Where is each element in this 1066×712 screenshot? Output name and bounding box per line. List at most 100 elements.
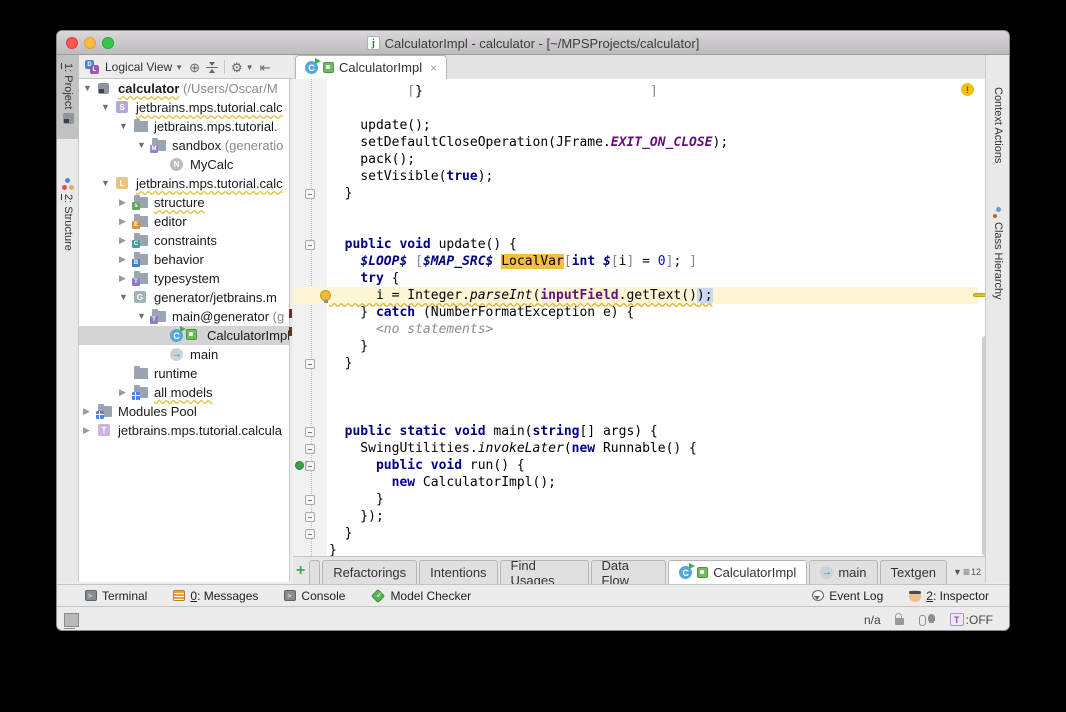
toolwindow-button-2-inspector[interactable]: 2: Inspector [909, 589, 989, 603]
title-bar[interactable]: j CalculatorImpl - calculator - [~/MPSPr… [57, 31, 1009, 55]
tree-item-editor[interactable]: ▶ Eeditor [79, 212, 289, 231]
code-line[interactable]: try { [293, 270, 978, 287]
tree-item-typesystem[interactable]: ▶ Ttypesystem [79, 269, 289, 288]
tab-stub[interactable] [309, 560, 321, 584]
toolwindow-button-event-log[interactable]: Event Log [812, 589, 883, 603]
code-line[interactable]: new CalculatorImpl(); [293, 474, 978, 491]
close-icon[interactable]: × [430, 61, 437, 75]
toolwindow-button-console[interactable]: > Console [284, 589, 345, 603]
code-line[interactable] [293, 219, 978, 236]
tree-item-main-generator[interactable]: ▼ Tmain@generator (g [79, 307, 289, 326]
code-line[interactable]: pack(); [293, 151, 978, 168]
tree-item-constraints[interactable]: ▶ Cconstraints [79, 231, 289, 250]
code-line[interactable]: } [293, 355, 978, 372]
tree-item-structure[interactable]: ▶ s structure [79, 193, 289, 212]
code-line[interactable]: public void run() { [293, 457, 978, 474]
tree-expand-arrow[interactable]: ▶ [119, 216, 126, 227]
tree-item-main[interactable]: → main [79, 345, 289, 364]
tree-item-jetbrains-mps-tutorial-calc[interactable]: ▼ Sjetbrains.mps.tutorial.calc [79, 98, 289, 117]
code-line[interactable]: ⌈} ⌉ [293, 83, 978, 100]
bottom-tab-data-flow[interactable]: Data Flow [590, 558, 667, 588]
code-line[interactable]: } catch (NumberFormatException e) { [293, 304, 978, 321]
tree-expand-arrow[interactable]: ▶ [83, 406, 90, 417]
code-line[interactable] [293, 372, 978, 389]
gear-chevron-icon[interactable]: ▼ [246, 63, 254, 72]
toolwindow-toggle-button[interactable] [64, 613, 79, 629]
bottom-tab-intentions[interactable]: Intentions [419, 560, 498, 584]
toolwindow-button-model-checker[interactable]: Model Checker [371, 588, 471, 603]
code-line[interactable]: } [293, 491, 978, 508]
tree-collapse-arrow[interactable]: ▼ [83, 83, 92, 93]
tree-item-calculatorimpl[interactable]: C CalculatorImpl [79, 326, 289, 345]
tree-collapse-arrow[interactable]: ▼ [137, 140, 146, 150]
toolwindow-button-0-messages[interactable]: 0: Messages [173, 589, 258, 603]
tab-overflow-button[interactable]: ▼ ≡ 12 [949, 560, 985, 584]
code-line[interactable] [293, 100, 978, 117]
tree-collapse-arrow[interactable]: ▼ [101, 102, 110, 112]
type-toggle[interactable]: T :OFF [949, 613, 993, 627]
tree-item-runtime[interactable]: runtime [79, 364, 289, 383]
validation-warning-indicator[interactable]: ! [961, 83, 974, 96]
tree-item-all-models[interactable]: ▶ all models [79, 383, 289, 402]
code-line[interactable]: <no statements> [293, 321, 978, 338]
tree-collapse-arrow[interactable]: ▼ [119, 121, 128, 131]
checker-icon [371, 588, 386, 603]
tree-expand-arrow[interactable]: ▶ [119, 387, 126, 398]
code-line[interactable]: SwingUtilities.invokeLater(new Runnable(… [293, 440, 978, 457]
project-tree[interactable]: ▼ calculator (/Users/Oscar/M ▼ Sjetbrains.m… [79, 79, 290, 582]
tree-expand-arrow[interactable]: ▶ [119, 254, 126, 265]
hide-panel-icon[interactable]: ⇤ [260, 61, 271, 74]
sidebar-item-structure[interactable]: 2: Structure [57, 173, 79, 269]
chevron-down-icon[interactable]: ▼ [175, 63, 183, 72]
tree-item-mycalc[interactable]: N MyCalc [79, 155, 289, 174]
toolwindow-button-terminal[interactable]: > Terminal [85, 589, 147, 603]
code-line[interactable]: $LOOP$ [$MAP_SRC$ LocalVar[int $[i] = 0]… [293, 253, 978, 270]
sidebar-item-project[interactable]: 1: Project [57, 55, 79, 139]
sidebar-item-context-actions[interactable]: Context Actions [986, 87, 1009, 163]
bottom-tab-find-usages[interactable]: Find Usages [499, 558, 589, 588]
tree-item-modules-pool[interactable]: ▶ Modules Pool [79, 402, 289, 421]
tree-collapse-arrow[interactable]: ▼ [137, 311, 146, 321]
add-tab-button[interactable]: + [296, 563, 305, 579]
bottom-tab-calculatorimpl[interactable]: C CalculatorImpl [668, 560, 808, 584]
gear-icon[interactable]: ⚙ [231, 61, 243, 74]
notifications-icon[interactable] [918, 613, 936, 626]
tree-item-calculator[interactable]: ▼ calculator (/Users/Oscar/M [79, 79, 289, 98]
tree-item-jetbrains-mps-tutorial-[interactable]: ▼ jetbrains.mps.tutorial. [79, 117, 289, 136]
code-line[interactable]: update(); [293, 117, 978, 134]
bottom-tab-textgen[interactable]: Textgen [879, 560, 948, 584]
tree-expand-arrow[interactable]: ▶ [119, 273, 126, 284]
tree-item-jetbrains-mps-tutorial-calc[interactable]: ▼ Ljetbrains.mps.tutorial.calc [79, 174, 289, 193]
tree-collapse-arrow[interactable]: ▼ [101, 178, 110, 188]
sidebar-item-class-hierarchy[interactable]: Class Hierarchy [986, 207, 1009, 300]
tree-expand-arrow[interactable]: ▶ [119, 197, 126, 208]
tree-expand-arrow[interactable]: ▶ [119, 235, 126, 246]
bottom-tab-main[interactable]: → main [809, 560, 878, 584]
code-line[interactable] [293, 202, 978, 219]
code-line[interactable]: setVisible(true); [293, 168, 978, 185]
editor-tab-calculatorimpl[interactable]: C CalculatorImpl × [295, 55, 448, 79]
code-line[interactable]: } [293, 525, 978, 542]
tree-collapse-arrow[interactable]: ▼ [119, 292, 128, 302]
code-line[interactable]: } [293, 338, 978, 355]
bottom-tab-refactorings[interactable]: Refactorings [322, 560, 418, 584]
view-selector[interactable]: Logical View [105, 60, 172, 74]
class-run-icon: C [170, 326, 186, 342]
code-line[interactable] [293, 389, 978, 406]
code-line[interactable]: }); [293, 508, 978, 525]
tree-item-sandbox[interactable]: ▼ Msandbox (generatio [79, 136, 289, 155]
code-line[interactable]: i = Integer.parseInt(inputField.getText(… [293, 287, 978, 304]
code-line[interactable]: public void update() { [293, 236, 978, 253]
collapse-all-icon[interactable] [205, 61, 218, 74]
lock-icon[interactable] [894, 613, 904, 625]
locate-icon[interactable]: ⊕ [189, 61, 200, 74]
tree-expand-arrow[interactable]: ▶ [83, 425, 90, 436]
code-line[interactable]: public static void main(string[] args) { [293, 423, 978, 440]
code-editor[interactable]: ⌈} ⌉ update(); setDefaultCloseOperation(… [293, 79, 985, 582]
code-line[interactable]: setDefaultCloseOperation(JFrame.EXIT_ON_… [293, 134, 978, 151]
code-line[interactable]: } [293, 185, 978, 202]
tree-item-jetbrains-mps-tutorial-calcula[interactable]: ▶ Tjetbrains.mps.tutorial.calcula [79, 421, 289, 440]
code-line[interactable] [293, 406, 978, 423]
tree-item-generator-jetbrains-m[interactable]: ▼ Ggenerator/jetbrains.m [79, 288, 289, 307]
tree-item-behavior[interactable]: ▶ Bbehavior [79, 250, 289, 269]
